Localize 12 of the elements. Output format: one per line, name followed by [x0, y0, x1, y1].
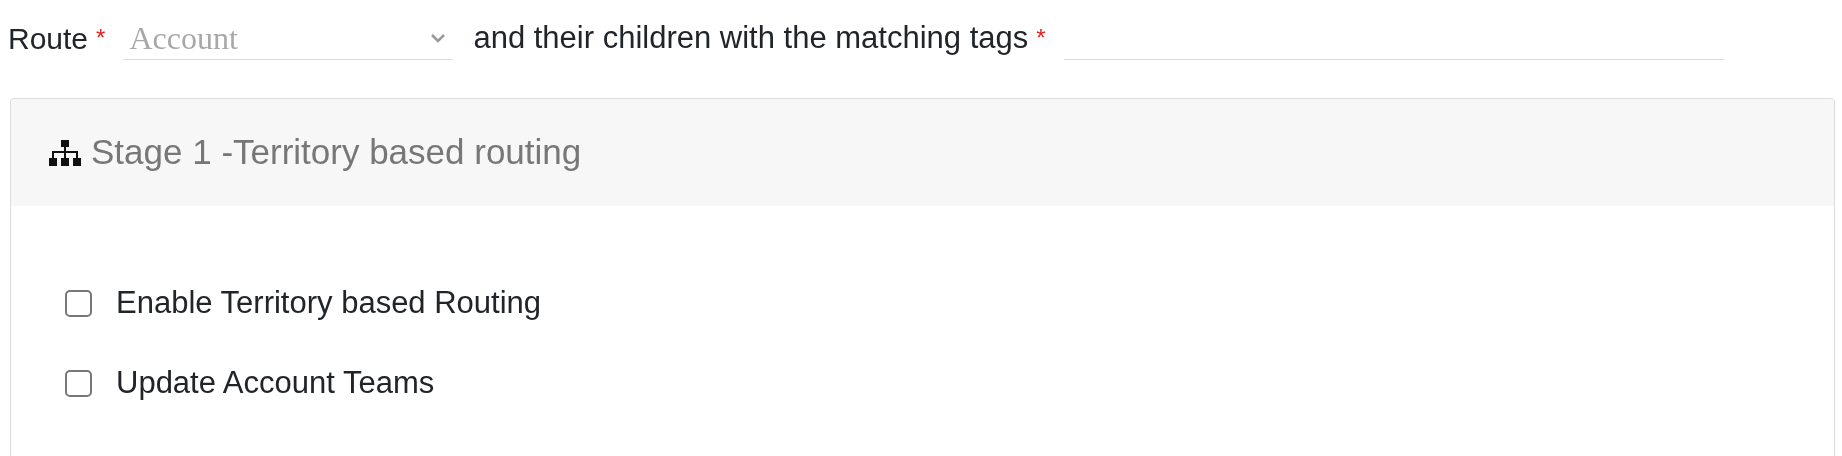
- checkbox[interactable]: [65, 289, 92, 317]
- object-select[interactable]: Account: [123, 16, 454, 60]
- tags-label: and their children with the matching tags: [473, 18, 1029, 57]
- checkbox-label: Update Account Teams: [116, 363, 435, 402]
- checkbox[interactable]: [65, 369, 92, 397]
- chevron-down-icon: [429, 31, 448, 44]
- required-mark: *: [1036, 23, 1046, 53]
- hierarchy-icon: [49, 139, 81, 166]
- required-mark: *: [96, 23, 106, 53]
- checkbox-label: Enable Territory based Routing: [116, 283, 542, 322]
- panel-title: Stage 1 -Territory based routing: [91, 131, 582, 174]
- route-label: Route: [8, 20, 89, 57]
